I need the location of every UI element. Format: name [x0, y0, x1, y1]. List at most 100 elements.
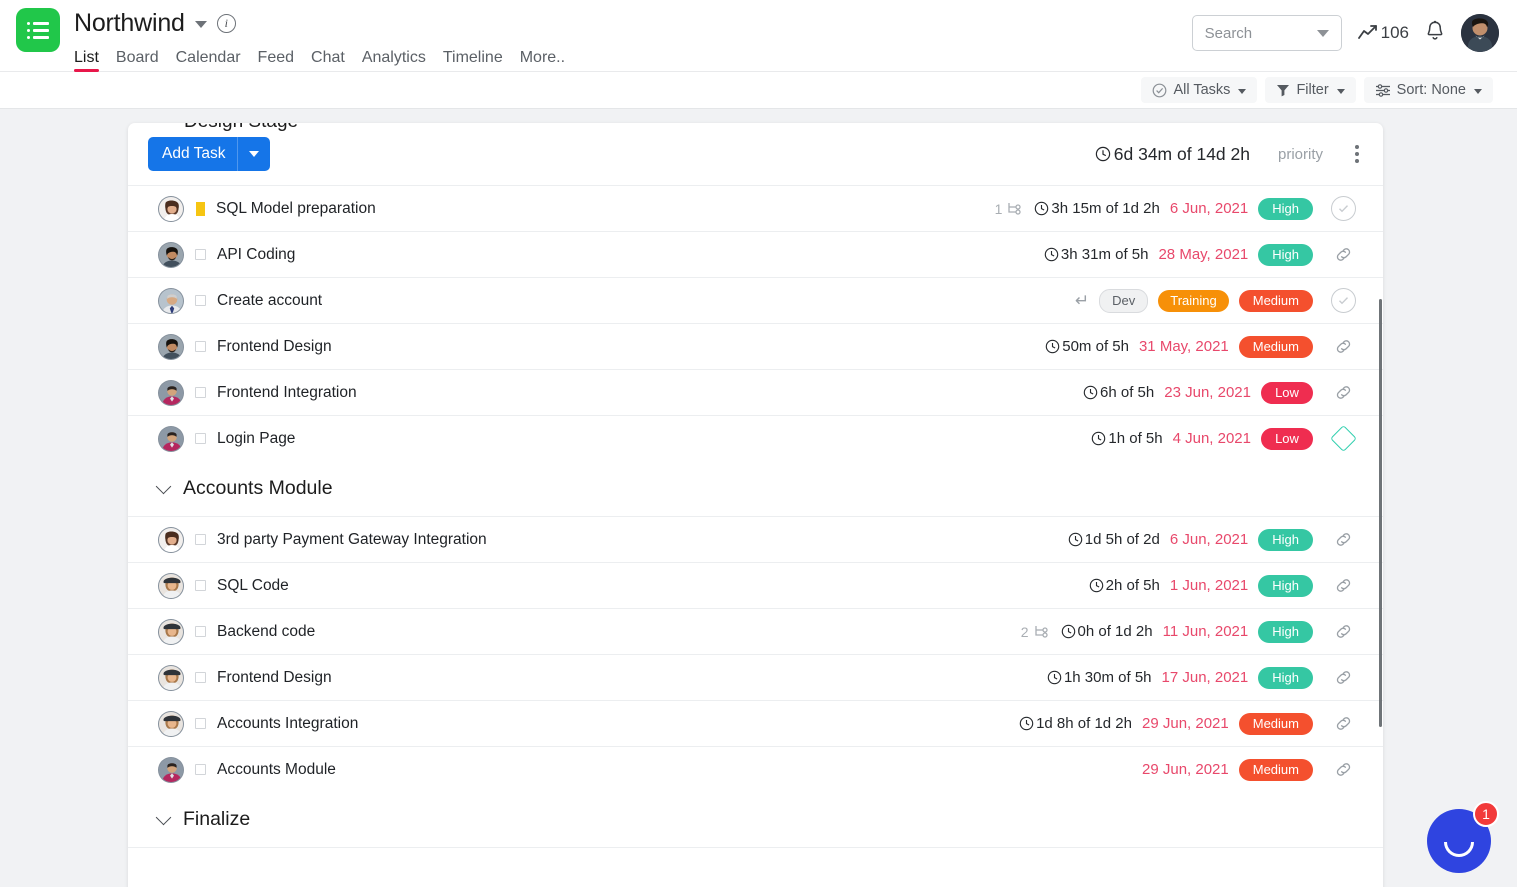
link-button[interactable] [1323, 760, 1363, 779]
task-checkbox[interactable] [195, 249, 206, 260]
table-row[interactable]: SQL Model preparation 1 3h 15m of 1d 2h … [128, 185, 1383, 231]
avatar[interactable] [158, 526, 184, 553]
task-checkbox[interactable] [195, 295, 206, 306]
due-date[interactable]: 11 Jun, 2021 [1163, 623, 1249, 640]
avatar[interactable] [158, 379, 184, 406]
tab-more[interactable]: More.. [520, 49, 565, 72]
due-date[interactable]: 31 May, 2021 [1139, 338, 1229, 355]
filter-dropdown[interactable]: Filter [1265, 77, 1356, 103]
tab-feed[interactable]: Feed [258, 49, 294, 72]
status-badge[interactable]: Low [1261, 427, 1313, 450]
due-date[interactable]: 6 Jun, 2021 [1170, 200, 1248, 217]
table-row[interactable]: API Coding 3h 31m of 5h 28 May, 2021 Hig… [128, 231, 1383, 277]
avatar[interactable] [158, 195, 184, 222]
task-name[interactable]: Accounts Module [217, 761, 336, 779]
group-header-accounts-module[interactable]: Accounts Module [128, 461, 1383, 516]
status-badge[interactable]: High [1258, 243, 1313, 266]
task-checkbox[interactable] [195, 718, 206, 729]
link-button[interactable] [1323, 530, 1363, 549]
task-checkbox[interactable] [195, 387, 206, 398]
status-badge[interactable]: Medium [1238, 758, 1313, 781]
avatar[interactable] [158, 425, 184, 452]
tab-board[interactable]: Board [116, 49, 159, 72]
chevron-down-icon[interactable] [155, 809, 172, 825]
link-button[interactable] [1323, 714, 1363, 733]
task-name[interactable]: Accounts Integration [217, 715, 358, 733]
vertical-scrollbar[interactable] [1379, 299, 1382, 727]
due-date[interactable]: 23 Jun, 2021 [1164, 384, 1251, 401]
task-checkbox[interactable] [195, 626, 206, 637]
chat-widget-button[interactable]: 1 [1427, 801, 1499, 873]
due-date[interactable]: 1 Jun, 2021 [1170, 577, 1248, 594]
task-name[interactable]: API Coding [217, 246, 295, 264]
status-badge[interactable]: High [1258, 528, 1313, 551]
task-checkbox[interactable] [195, 341, 206, 352]
avatar[interactable] [158, 572, 184, 599]
task-checkbox[interactable] [195, 672, 206, 683]
task-tag[interactable]: Dev [1099, 288, 1149, 313]
table-row[interactable]: SQL Code 2h of 5h 1 Jun, 2021 High [128, 562, 1383, 608]
tab-chat[interactable]: Chat [311, 49, 345, 72]
task-name[interactable]: Login Page [217, 430, 295, 448]
due-date[interactable]: 4 Jun, 2021 [1173, 430, 1251, 447]
info-icon[interactable]: i [216, 13, 236, 33]
complete-task-button[interactable] [1323, 288, 1363, 313]
vertical-dots-icon[interactable] [1351, 141, 1363, 167]
chevron-down-icon[interactable] [1316, 29, 1329, 37]
table-row[interactable]: Login Page 1h of 5h 4 Jun, 2021 Low [128, 415, 1383, 461]
status-badge[interactable]: High [1258, 666, 1313, 689]
tab-analytics[interactable]: Analytics [362, 49, 426, 72]
all-tasks-dropdown[interactable]: All Tasks [1141, 77, 1258, 103]
due-date[interactable]: 6 Jun, 2021 [1170, 531, 1248, 548]
status-badge[interactable]: Low [1261, 381, 1313, 404]
task-name[interactable]: Frontend Integration [217, 384, 357, 402]
avatar[interactable] [158, 287, 184, 314]
task-name[interactable]: 3rd party Payment Gateway Integration [217, 531, 487, 549]
avatar[interactable] [158, 618, 184, 645]
due-date[interactable]: 17 Jun, 2021 [1162, 669, 1249, 686]
tab-calendar[interactable]: Calendar [176, 49, 241, 72]
link-button[interactable] [1323, 668, 1363, 687]
task-name[interactable]: Frontend Design [217, 338, 332, 356]
table-row[interactable]: Frontend Design 1h 30m of 5h 17 Jun, 202… [128, 654, 1383, 700]
status-badge[interactable]: High [1258, 574, 1313, 597]
task-checkbox[interactable] [195, 534, 206, 545]
table-row[interactable]: 3rd party Payment Gateway Integration 1d… [128, 516, 1383, 562]
table-row[interactable]: Accounts Module 29 Jun, 2021 Medium [128, 746, 1383, 792]
table-row[interactable]: Accounts Integration 1d 8h of 1d 2h 29 J… [128, 700, 1383, 746]
group-header-finalize[interactable]: Finalize [128, 792, 1383, 847]
add-task-button[interactable]: Add Task [148, 137, 271, 171]
link-button[interactable] [1323, 576, 1363, 595]
tab-timeline[interactable]: Timeline [443, 49, 503, 72]
task-name[interactable]: Frontend Design [217, 669, 332, 687]
table-row[interactable]: Backend code 2 0h of 1d 2h 11 Jun, 2021 … [128, 608, 1383, 654]
status-badge[interactable]: Medium [1238, 712, 1313, 735]
status-badge[interactable]: High [1258, 197, 1313, 220]
chevron-down-icon[interactable] [249, 151, 260, 157]
search-input[interactable]: Search [1191, 15, 1342, 51]
table-row[interactable]: Frontend Design 50m of 5h 31 May, 2021 M… [128, 323, 1383, 369]
table-row[interactable]: Create account ↵ Dev Training Medium [128, 277, 1383, 323]
avatar[interactable] [158, 241, 184, 268]
chevron-down-icon[interactable] [194, 21, 207, 28]
table-row[interactable]: Frontend Integration 6h of 5h 23 Jun, 20… [128, 369, 1383, 415]
bell-icon[interactable] [1425, 20, 1445, 47]
link-button[interactable] [1323, 337, 1363, 356]
task-name[interactable]: SQL Code [217, 577, 289, 595]
avatar[interactable] [158, 756, 184, 783]
activity-stat[interactable]: 106 [1357, 23, 1409, 43]
milestone-button[interactable] [1323, 425, 1363, 452]
list-menu-icon[interactable] [16, 8, 60, 52]
complete-task-button[interactable] [1323, 196, 1363, 221]
avatar[interactable] [158, 710, 184, 737]
due-date[interactable]: 29 Jun, 2021 [1142, 715, 1229, 732]
tab-list[interactable]: List [74, 49, 99, 72]
due-date[interactable]: 29 Jun, 2021 [1142, 761, 1229, 778]
task-tag[interactable]: Training [1158, 289, 1229, 312]
table-row-partial[interactable] [128, 847, 1383, 887]
avatar[interactable] [1461, 14, 1499, 52]
due-date[interactable]: 28 May, 2021 [1158, 246, 1248, 263]
link-button[interactable] [1323, 622, 1363, 641]
task-checkbox[interactable] [195, 433, 206, 444]
avatar[interactable] [158, 333, 184, 360]
